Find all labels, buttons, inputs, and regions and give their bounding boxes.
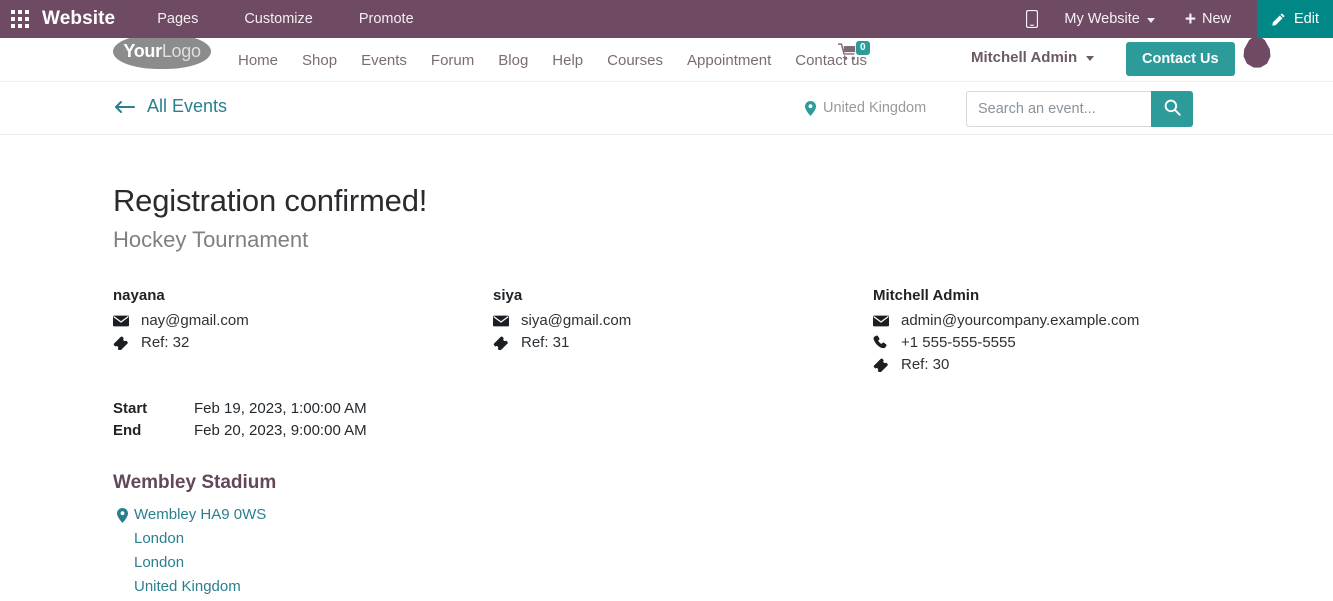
new-button[interactable]: + New: [1185, 10, 1231, 29]
attendee-phone-row: +1 555-555-5555: [873, 334, 1139, 351]
menu-customize[interactable]: Customize: [244, 11, 313, 27]
attendee-ref: Ref: 31: [521, 334, 570, 351]
website-selector[interactable]: My Website: [1064, 11, 1155, 27]
envelope-icon: [493, 315, 512, 327]
new-button-label: New: [1201, 11, 1231, 27]
nav-item-help[interactable]: Help: [552, 52, 583, 69]
envelope-icon: [113, 315, 132, 327]
contact-us-button[interactable]: Contact Us: [1126, 42, 1235, 76]
venue-city: London: [134, 530, 185, 547]
edit-button[interactable]: Edit: [1257, 0, 1333, 38]
attendee-name: siya: [493, 287, 523, 304]
mobile-preview-icon[interactable]: [1026, 10, 1039, 28]
venue-country-line[interactable]: United Kingdom: [113, 575, 276, 599]
app-name[interactable]: Website: [42, 8, 115, 30]
nav-item-blog[interactable]: Blog: [498, 52, 528, 69]
schedule-start-row: Start Feb 19, 2023, 1:00:00 AM: [113, 400, 367, 417]
attendee-name: nayana: [113, 287, 165, 304]
attendee-phone: +1 555-555-5555: [901, 334, 1016, 351]
attendee-ref-row: Ref: 31: [493, 334, 631, 351]
attendee-ref-row: Ref: 32: [113, 334, 249, 351]
location-filter[interactable]: United Kingdom: [805, 100, 926, 116]
attendee-name: Mitchell Admin: [873, 287, 980, 304]
all-events-label: All Events: [147, 96, 228, 116]
venue-block: Wembley Stadium Wembley HA9 0WS London L…: [113, 472, 276, 599]
edit-button-label: Edit: [1294, 11, 1319, 27]
attendee-card: siya siya@gmail.com Ref: 31: [493, 287, 631, 356]
event-search-group: [966, 91, 1193, 127]
search-button[interactable]: [1151, 91, 1193, 127]
logo-bold-text: Your: [123, 41, 162, 61]
nav-item-shop[interactable]: Shop: [302, 52, 337, 69]
arrow-left-icon: [113, 100, 135, 114]
chevron-down-icon: [1086, 56, 1095, 61]
venue-street: Wembley HA9 0WS: [134, 506, 267, 523]
nav-item-appointment[interactable]: Appointment: [687, 52, 771, 69]
schedule-end-label: End: [113, 422, 142, 439]
ticket-icon: [113, 336, 132, 350]
schedule-start-label: Start: [113, 400, 148, 417]
venue-country: United Kingdom: [134, 578, 241, 595]
location-filter-label: United Kingdom: [823, 100, 927, 116]
attendee-email-row: admin@yourcompany.example.com: [873, 312, 1139, 329]
attendee-card: Mitchell Admin admin@yourcompany.example…: [873, 287, 1139, 378]
event-schedule: Start Feb 19, 2023, 1:00:00 AM End Feb 2…: [113, 400, 367, 444]
user-menu[interactable]: Mitchell Admin: [971, 49, 1095, 66]
page-title: Registration confirmed!: [113, 183, 428, 218]
attendee-email-row: siya@gmail.com: [493, 312, 631, 329]
venue-state-line[interactable]: London: [113, 551, 276, 575]
map-pin-icon: [113, 503, 132, 527]
all-events-link[interactable]: All Events: [113, 96, 227, 117]
nav-item-forum[interactable]: Forum: [431, 52, 474, 69]
search-input[interactable]: [966, 91, 1151, 127]
user-menu-label: Mitchell Admin: [971, 49, 1078, 66]
schedule-end-row: End Feb 20, 2023, 9:00:00 AM: [113, 422, 367, 439]
menu-pages[interactable]: Pages: [157, 11, 198, 27]
site-header: Your Logo Home Shop Events Forum Blog Hel…: [0, 34, 1333, 82]
venue-street-line[interactable]: Wembley HA9 0WS: [113, 503, 276, 527]
map-pin-icon: [805, 100, 816, 116]
odoo-top-bar: Website Pages Customize Promote My Websi…: [0, 0, 1333, 38]
nav-item-courses[interactable]: Courses: [607, 52, 663, 69]
attendee-email: siya@gmail.com: [521, 312, 632, 329]
venue-state: London: [134, 554, 185, 571]
cart-button[interactable]: 0: [837, 41, 870, 67]
plus-icon: +: [1184, 8, 1196, 30]
apps-grid-icon[interactable]: [11, 10, 29, 28]
envelope-icon: [873, 315, 892, 327]
site-logo[interactable]: Your Logo: [113, 34, 211, 69]
nav-item-home[interactable]: Home: [238, 52, 278, 69]
website-selector-label: My Website: [1064, 11, 1140, 27]
attendee-ref: Ref: 30: [901, 356, 950, 373]
attendee-email: nay@gmail.com: [141, 312, 249, 329]
attendee-ref-row: Ref: 30: [873, 356, 1139, 373]
attendee-email-row: nay@gmail.com: [113, 312, 249, 329]
venue-city-line[interactable]: London: [113, 527, 276, 551]
ticket-icon: [493, 336, 512, 350]
venue-name: Wembley Stadium: [113, 472, 277, 493]
search-icon: [1164, 99, 1181, 119]
attendee-email: admin@yourcompany.example.com: [901, 312, 1140, 329]
main-nav: Home Shop Events Forum Blog Help Courses…: [238, 39, 891, 81]
menu-promote[interactable]: Promote: [359, 11, 414, 27]
logo-light-text: Logo: [161, 41, 201, 61]
schedule-start-value: Feb 19, 2023, 1:00:00 AM: [194, 400, 367, 417]
attendee-ref: Ref: 32: [141, 334, 190, 351]
nav-item-events[interactable]: Events: [361, 52, 407, 69]
ticket-icon: [873, 358, 892, 372]
attendee-card: nayana nay@gmail.com Ref: 32: [113, 287, 249, 356]
event-name-subtitle: Hockey Tournament: [113, 227, 309, 252]
cart-count-badge: 0: [856, 41, 870, 55]
pencil-icon: [1271, 12, 1286, 27]
chevron-down-icon: [1146, 17, 1155, 23]
schedule-end-value: Feb 20, 2023, 9:00:00 AM: [194, 422, 367, 439]
phone-icon: [873, 335, 892, 350]
